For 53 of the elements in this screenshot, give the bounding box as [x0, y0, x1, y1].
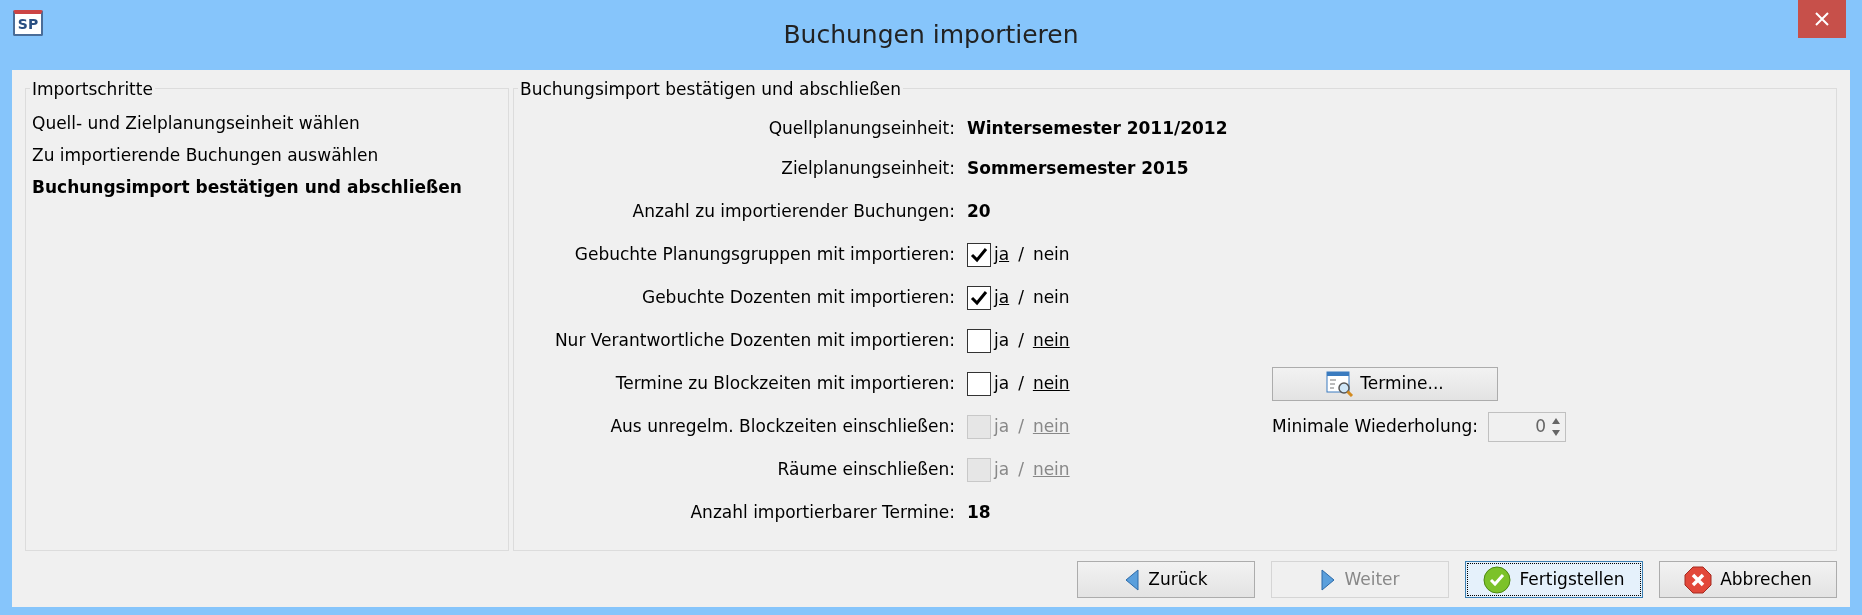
- window-magnifier-icon: [1326, 370, 1355, 397]
- option-text: nein: [1032, 457, 1070, 481]
- checkbox[interactable]: [967, 242, 991, 267]
- checkbox[interactable]: [967, 328, 991, 353]
- option-text: nein: [1032, 328, 1070, 352]
- field-label: Termine zu Blockzeiten mit importieren:: [614, 371, 955, 395]
- separator-text: /: [1018, 242, 1024, 266]
- field-label: Anzahl importierbarer Termine:: [689, 500, 955, 524]
- field-value: Sommersemester 2015: [967, 156, 1190, 180]
- option-text: nein: [1032, 242, 1070, 266]
- field-value: 18: [967, 500, 992, 524]
- app-icon: SP: [13, 10, 43, 36]
- step-item[interactable]: Zu importierende Buchungen auswählen: [32, 143, 379, 175]
- step-item[interactable]: Quell- und Zielplanungseinheit wählen: [32, 111, 360, 143]
- option-text: nein: [1032, 285, 1070, 309]
- separator-text: /: [1018, 328, 1024, 352]
- left-arrow-icon: [1124, 567, 1141, 592]
- close-button[interactable]: [1798, 0, 1846, 38]
- step-item[interactable]: Buchungsimport bestätigen und abschließen: [32, 175, 462, 207]
- field-label: Nur Verantwortliche Dozenten mit importieren:: [553, 328, 955, 352]
- separator-text: /: [1018, 285, 1024, 309]
- dates-button[interactable]: Termine...: [1272, 366, 1498, 401]
- window-title: Buchungen importieren: [783, 19, 1079, 52]
- option-text: nein: [1032, 414, 1070, 438]
- field-label: Minimale Wiederholung:: [1272, 414, 1478, 438]
- option-text: ja: [994, 457, 1010, 481]
- option-text: ja: [994, 414, 1010, 438]
- field-label: Räume einschließen:: [776, 457, 955, 481]
- field-label: Zielplanungseinheit:: [780, 156, 955, 180]
- option-text: ja: [994, 285, 1010, 309]
- separator-text: /: [1018, 457, 1024, 481]
- right-arrow-icon: [1320, 567, 1337, 592]
- dialog-button[interactable]: Fertigstellen: [1465, 561, 1643, 598]
- option-text: ja: [994, 328, 1010, 352]
- field-label: Gebuchte Dozenten mit importieren:: [640, 285, 955, 309]
- field-label: Anzahl zu importierender Buchungen:: [631, 199, 955, 223]
- option-text: ja: [994, 371, 1010, 395]
- checkbox[interactable]: [967, 285, 991, 310]
- checkbox[interactable]: [967, 371, 991, 396]
- check-icon: [1483, 565, 1512, 594]
- dialog-button[interactable]: Zurück: [1077, 561, 1255, 598]
- field-label: Quellplanungseinheit:: [767, 117, 955, 141]
- separator-text: /: [1018, 371, 1024, 395]
- dialog-button[interactable]: Abbrechen: [1659, 561, 1837, 598]
- cancel-icon: [1684, 565, 1713, 594]
- field-label: Gebuchte Planungsgruppen mit importieren:: [573, 242, 955, 266]
- option-text: ja: [994, 242, 1010, 266]
- separator-text: /: [1018, 414, 1024, 438]
- field-label: Aus unregelm. Blockzeiten einschließen:: [609, 414, 955, 438]
- field-value: Wintersemester 2011/2012: [967, 117, 1229, 141]
- field-value: 20: [967, 199, 992, 223]
- option-text: nein: [1032, 371, 1070, 395]
- close-icon: [1815, 12, 1829, 26]
